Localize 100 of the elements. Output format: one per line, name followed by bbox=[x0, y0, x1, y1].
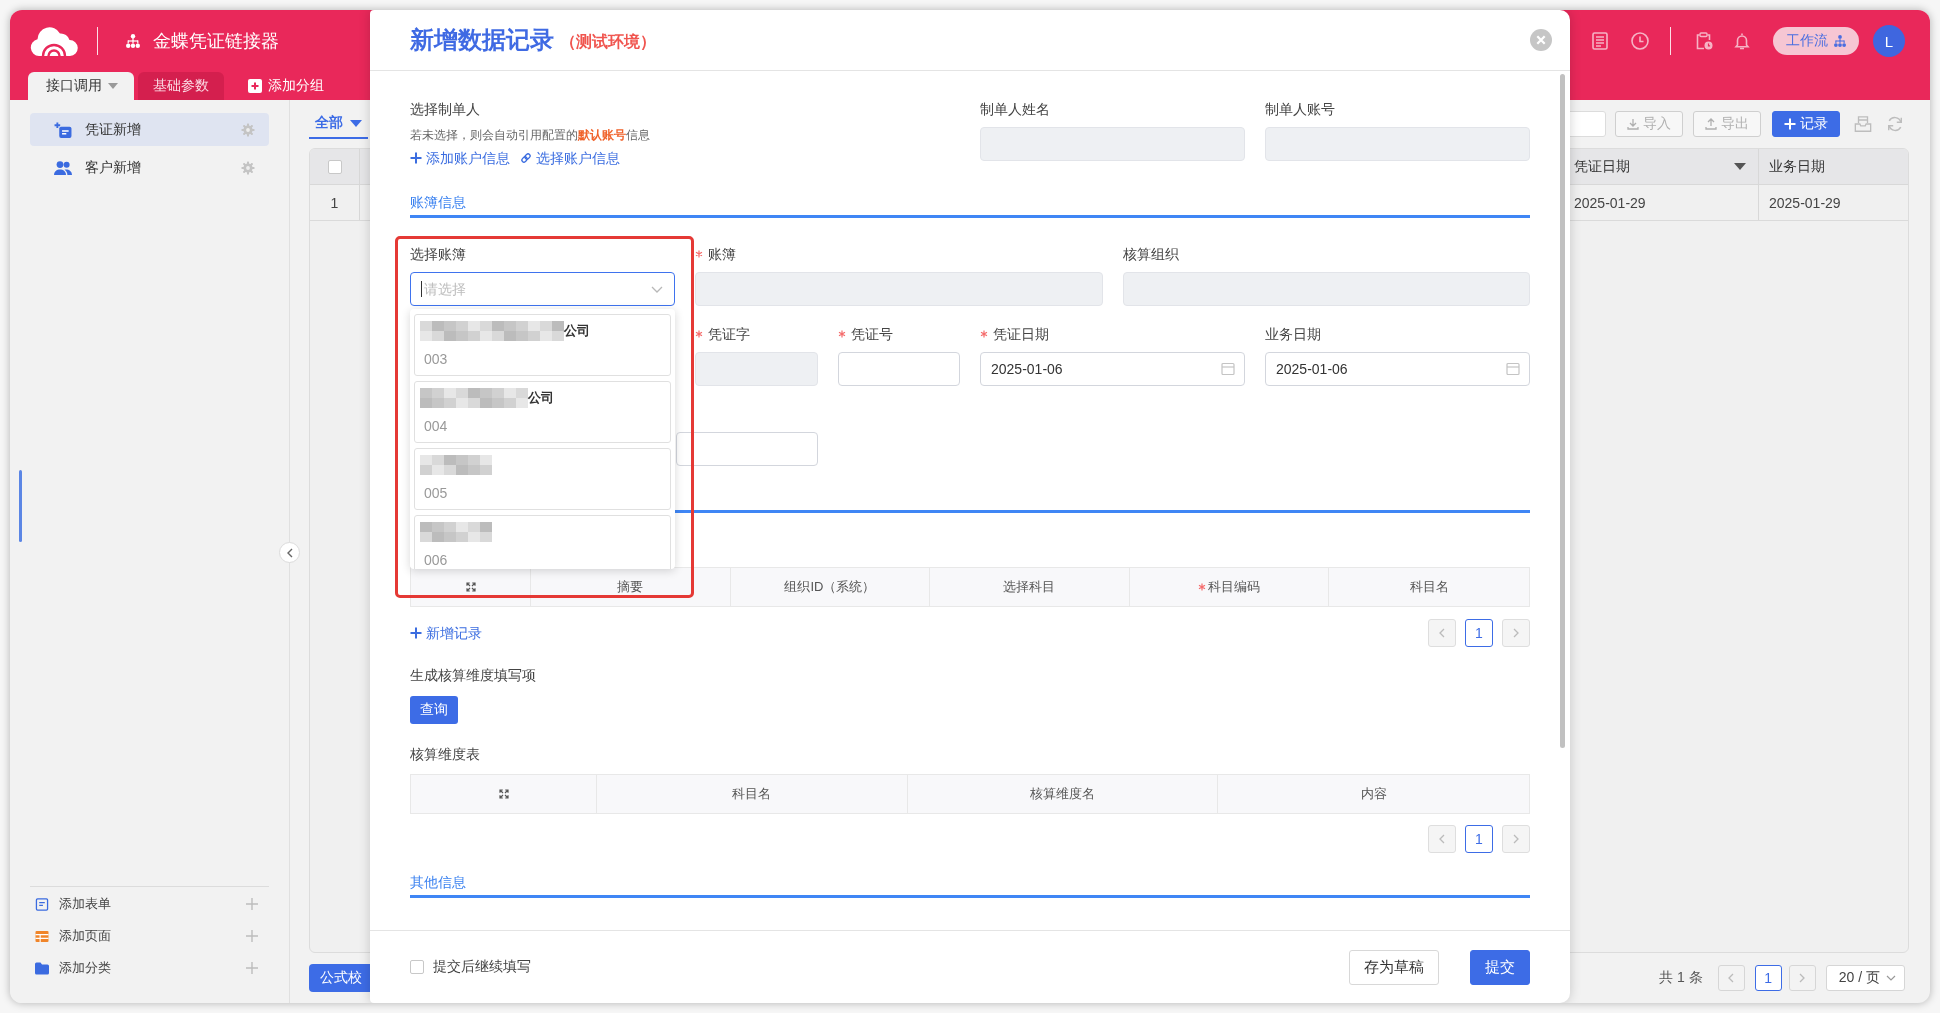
link-icon bbox=[520, 152, 532, 164]
column-header: 科目名 bbox=[1409, 580, 1449, 594]
query-button[interactable]: 查询 bbox=[410, 696, 458, 724]
download-icon bbox=[1627, 118, 1639, 130]
expand-icon[interactable] bbox=[465, 582, 476, 592]
chevron-left-icon bbox=[1439, 628, 1445, 638]
dropdown-option[interactable]: 公司 004 bbox=[414, 381, 671, 443]
dropdown-option[interactable]: 006 bbox=[414, 515, 671, 569]
field-label: 凭证字 bbox=[708, 325, 750, 343]
checkbox[interactable] bbox=[327, 159, 342, 174]
field-label: 核算组织 bbox=[1122, 245, 1179, 263]
input-field[interactable] bbox=[676, 432, 818, 466]
hint-text: 若未选择，则会自动引用配置的默认账号信息 bbox=[410, 127, 650, 143]
select-account-link[interactable]: 选择账户信息 bbox=[520, 150, 620, 166]
save-draft-button[interactable]: 存为草稿 bbox=[1349, 949, 1439, 985]
page-button[interactable]: 1 bbox=[1465, 825, 1493, 853]
column-header: 内容 bbox=[1360, 787, 1387, 801]
gear-icon[interactable] bbox=[241, 122, 255, 137]
page-button[interactable]: 1 bbox=[1465, 619, 1493, 647]
chevron-left-icon bbox=[1728, 973, 1735, 983]
add-group-button[interactable]: 添加分组 bbox=[248, 72, 324, 100]
user-avatar[interactable]: L bbox=[1873, 25, 1905, 57]
sidebar-action[interactable]: 添加分类 bbox=[30, 952, 269, 984]
field-label: 制单人账号 bbox=[1265, 100, 1335, 118]
submit-button[interactable]: 提交 bbox=[1470, 949, 1530, 985]
dialog-title: 新增数据记录 bbox=[410, 25, 554, 55]
column-header: 摘要 bbox=[617, 580, 644, 594]
document-icon[interactable] bbox=[1592, 32, 1608, 50]
sidebar-item[interactable]: 凭证新增 bbox=[30, 113, 269, 146]
date-field[interactable]: 2025-01-06 bbox=[980, 352, 1245, 386]
form-icon bbox=[35, 897, 49, 911]
inbox-icon[interactable] bbox=[1854, 115, 1872, 133]
gear-icon[interactable] bbox=[241, 160, 255, 175]
scrollbar-thumb[interactable] bbox=[19, 470, 22, 542]
calendar-icon[interactable] bbox=[1506, 362, 1520, 376]
row-number: 1 bbox=[330, 194, 339, 211]
column-header: 科目名 bbox=[732, 787, 772, 801]
column-header: 业务日期 bbox=[1769, 157, 1825, 176]
nav-tab[interactable]: 基础参数 bbox=[138, 72, 224, 100]
chevron-down-icon bbox=[1886, 975, 1896, 981]
checkbox[interactable] bbox=[410, 960, 424, 974]
workflow-button[interactable]: 工作流 bbox=[1773, 27, 1859, 55]
checkbox-label: 提交后继续填写 bbox=[433, 958, 531, 976]
users-icon bbox=[54, 159, 72, 176]
field-label: 业务日期 bbox=[1265, 325, 1321, 343]
upload-icon bbox=[1705, 118, 1717, 130]
section-title: 其他信息 bbox=[410, 873, 466, 891]
calendar-icon[interactable] bbox=[1221, 362, 1235, 376]
page-size-select[interactable]: 20 / 页 bbox=[1825, 965, 1905, 991]
sort-down-icon[interactable] bbox=[1734, 163, 1746, 170]
field-label: 选择制单人 bbox=[410, 100, 480, 118]
folder-icon bbox=[35, 961, 49, 975]
chevron-right-icon bbox=[1513, 628, 1519, 638]
filter-tab[interactable]: 全部 bbox=[309, 109, 368, 139]
add-record-link[interactable]: 新增记录 bbox=[410, 625, 482, 641]
scrollbar-thumb[interactable] bbox=[1560, 74, 1565, 748]
dropdown-option[interactable]: 005 bbox=[414, 448, 671, 510]
select-field[interactable]: 请选择 bbox=[410, 272, 675, 306]
chevron-right-icon bbox=[1799, 973, 1806, 983]
total-count: 共 1 条 bbox=[1659, 969, 1703, 987]
expand-icon[interactable] bbox=[498, 789, 509, 799]
page-button[interactable]: 1 bbox=[1754, 965, 1782, 991]
clock-icon[interactable] bbox=[1631, 32, 1649, 50]
sitemap-icon bbox=[126, 34, 140, 48]
input-field[interactable] bbox=[837, 352, 960, 386]
add-account-link[interactable]: 添加账户信息 bbox=[410, 150, 510, 166]
field-label: 生成核算维度填写项 bbox=[410, 666, 536, 684]
sidebar-item[interactable]: 客户新增 bbox=[30, 151, 269, 184]
field-label: 账簿 bbox=[708, 245, 736, 263]
plus-icon bbox=[246, 962, 258, 974]
column-header: 科目编码 bbox=[1208, 580, 1261, 594]
table-cell: 2025-01-29 bbox=[1574, 194, 1646, 211]
close-icon[interactable] bbox=[1530, 29, 1552, 51]
table-cell: 2025-01-29 bbox=[1769, 194, 1841, 211]
app-title: 金蝶凭证链接器 bbox=[153, 30, 279, 53]
column-header: 核算维度名 bbox=[1030, 787, 1095, 801]
cloud-logo-icon bbox=[30, 26, 78, 56]
table-icon bbox=[35, 929, 49, 943]
date-field[interactable]: 2025-01-06 bbox=[1265, 352, 1530, 386]
caret-down-icon bbox=[350, 119, 362, 127]
refresh-icon[interactable] bbox=[1886, 115, 1904, 133]
bell-icon[interactable] bbox=[1733, 32, 1751, 50]
column-header: 凭证日期 bbox=[1574, 157, 1630, 176]
plus-square-icon bbox=[248, 79, 262, 93]
field-label: 凭证号 bbox=[850, 325, 893, 343]
chevron-right-icon bbox=[1513, 834, 1519, 844]
clipboard-clock-icon[interactable] bbox=[1695, 32, 1713, 50]
sidebar-action[interactable]: 添加页面 bbox=[30, 920, 269, 952]
add-record-button[interactable]: 记录 bbox=[1772, 111, 1840, 137]
nav-tab[interactable]: 接口调用 bbox=[28, 72, 134, 100]
text-cursor-icon bbox=[421, 281, 422, 297]
plus-icon bbox=[410, 152, 422, 164]
sidebar-action[interactable]: 添加表单 bbox=[30, 888, 269, 920]
plus-icon bbox=[1784, 118, 1796, 130]
dropdown-option[interactable]: 公司 003 bbox=[414, 314, 671, 376]
plus-icon bbox=[246, 898, 258, 910]
chevron-down-icon bbox=[651, 286, 663, 293]
sitemap-icon bbox=[1834, 35, 1846, 47]
field-label: 凭证日期 bbox=[993, 325, 1049, 343]
plus-icon bbox=[410, 627, 422, 639]
